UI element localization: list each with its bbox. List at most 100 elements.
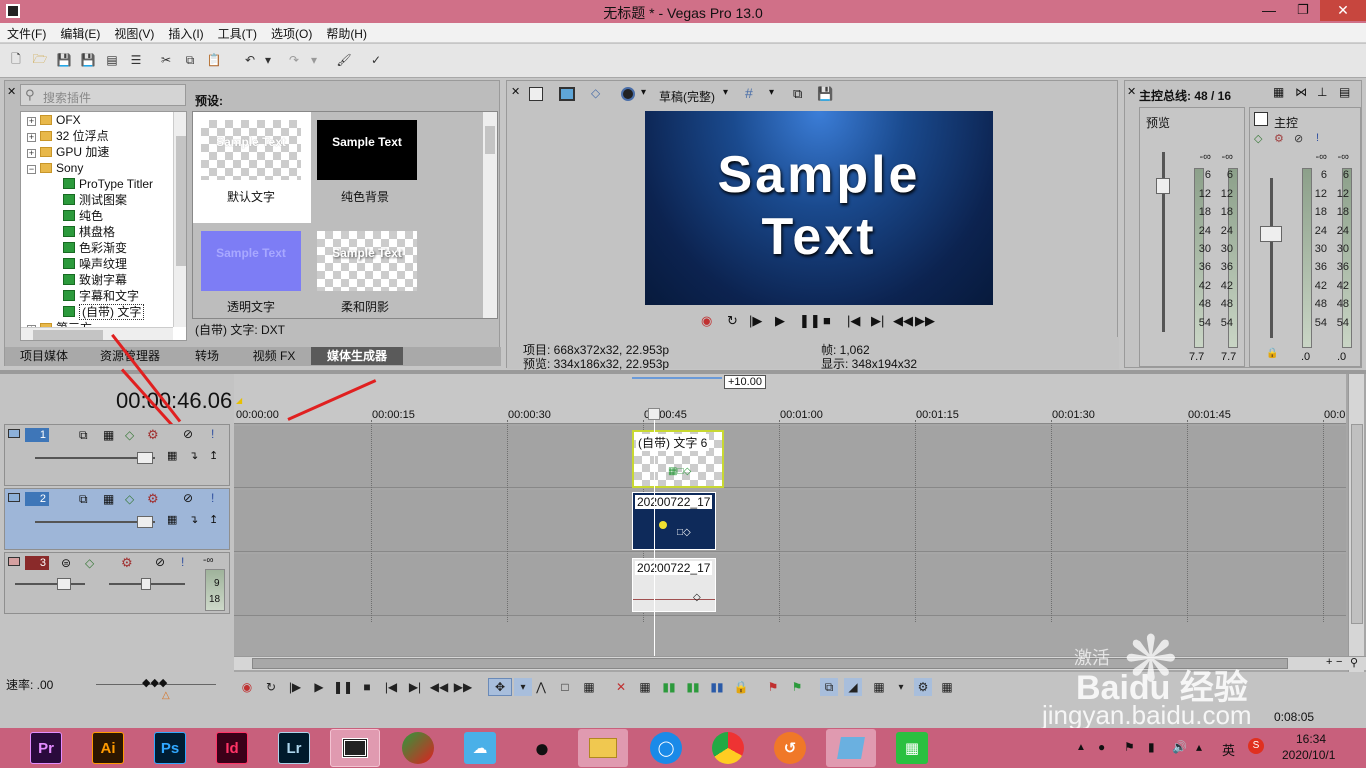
clock-date[interactable]: 2020/10/1 [1282,748,1335,762]
browser-blue-icon[interactable]: ◯ [650,732,682,764]
snapping-icon[interactable]: ⧉ [820,678,838,696]
meters-icon[interactable]: ▤ [1339,85,1350,99]
downmix-icon[interactable]: ⋈ [1295,85,1307,99]
track-lane-1[interactable] [234,426,1346,488]
open-icon[interactable]: 🗁 [30,51,50,69]
chrome-icon[interactable] [712,732,744,764]
preset-default-text[interactable]: Sample Text 默认文字 [193,112,311,223]
preset-transparent-text[interactable]: Sample Text 透明文字 [193,224,311,318]
lightroom-icon[interactable]: Lr [278,732,310,764]
tl-rewind-icon[interactable]: ◀◀ [430,678,448,696]
track-2-fx-icon[interactable]: ◇ [125,492,134,506]
track-2-motion-icon[interactable]: ⧉ [79,492,88,507]
track-2-solo-icon[interactable]: ! [211,491,214,505]
trim-start-icon[interactable]: ▮▮ [660,678,678,696]
go-end-icon[interactable]: ▶▶ [915,313,935,329]
vegas-taskbar-icon[interactable] [330,729,380,767]
tl-loop-icon[interactable]: ↻ [262,678,280,696]
track-2-up-icon[interactable]: ↥ [209,513,218,526]
normal-edit-tool-icon[interactable]: ✥ [488,678,512,696]
auto-crossfade-icon[interactable]: ◢ [844,678,862,696]
orange-app-icon[interactable]: ↺ [774,732,806,764]
close-button[interactable]: ✕ [1320,0,1366,21]
track-2-minimize-icon[interactable] [8,493,20,502]
playhead-handle[interactable] [648,408,660,420]
track-1-compositing-icon[interactable]: ▦ [103,428,114,442]
search-box[interactable]: ⚲ 搜索插件 [20,84,186,106]
quality-dropdown-icon[interactable]: ▾ [723,87,728,98]
panel-close-icon[interactable]: ✕ [7,85,16,98]
record-icon[interactable]: ◉ [701,313,712,329]
redo-icon[interactable]: ↷ [284,51,304,69]
audio-clip-fx-icon[interactable]: ◇ [693,592,701,603]
tray-qq-icon[interactable]: ● [1098,740,1105,754]
track-1-level-slider[interactable] [35,452,155,464]
cut-icon[interactable]: ✂ [156,51,176,69]
tl-prev-icon[interactable]: |◀ [382,678,400,696]
main-fx-icon[interactable]: ◇ [1254,132,1262,145]
next-frame-icon[interactable]: ▶| [871,313,884,329]
redo-dropdown-icon[interactable]: ▾ [308,51,320,69]
zoom-edit-tool-icon[interactable]: ▦ [580,678,598,696]
selection-tool-icon[interactable]: □ [556,678,574,696]
marker-icon[interactable]: ⚑ [764,678,782,696]
trim-icon[interactable]: ▦ [636,678,654,696]
menu-insert[interactable]: 插入(I) [161,23,210,42]
tab-media-generators[interactable]: 媒体生成器 [311,347,403,365]
preset-solid-bg[interactable]: Sample Text 纯色背景 [315,112,433,223]
photoshop-icon[interactable]: Ps [154,732,186,764]
save-as-icon[interactable]: 💾 [78,51,98,69]
track-2-compositing-icon[interactable]: ▦ [103,492,114,506]
indesign-icon[interactable]: Id [216,732,248,764]
cloud-app-icon[interactable]: ☁ [464,732,496,764]
tree-vscroll[interactable] [173,112,186,327]
tl-record-icon[interactable]: ◉ [238,678,256,696]
tree-item-ofx[interactable]: + OFX [21,112,186,128]
menu-help[interactable]: 帮助(H) [319,23,374,42]
track-1-solo-icon[interactable]: ! [211,427,214,441]
tab-transitions[interactable]: 转场 [177,347,237,365]
clock-time[interactable]: 16:34 [1296,732,1326,746]
loop-icon[interactable]: ↻ [727,313,738,329]
split-clip-icon[interactable]: ▮▮ [708,678,726,696]
tab-project-media[interactable]: 项目媒体 [5,347,83,365]
lock-icon[interactable]: 🔒 [1266,348,1278,359]
undo-icon[interactable]: ↶ [240,51,260,69]
tray-volume-icon[interactable]: 🔊 [1172,740,1187,754]
preset-soft-shadow[interactable]: Sample Text 柔和阴影 [315,224,433,318]
tree-item-test-pattern[interactable]: 测试图案 [21,192,186,208]
tl-play-start-icon[interactable]: |▶ [286,678,304,696]
minimize-icon[interactable]: — [1262,2,1276,18]
track-3-gear-icon[interactable]: ⚙ [121,555,133,571]
paste-icon[interactable]: 📋 [204,51,224,69]
menu-options[interactable]: 选项(O) [264,23,319,42]
rate-knob-icon[interactable]: ◆◆◆ [142,676,167,689]
track-3-volume-slider[interactable] [15,578,85,590]
preview-quality-select[interactable]: 草稿(完整) [659,88,715,105]
time-ruler[interactable]: 00:00:00 00:00:15 00:00:30 00:00:45 00:0… [234,404,1346,424]
track-2-gear-icon[interactable]: ⚙ [147,491,159,507]
edit-tool-dropdown-icon[interactable]: ▾ [514,678,532,696]
file-explorer-icon[interactable] [578,729,628,767]
tray-up-icon[interactable]: ▲ [1076,742,1086,753]
tree-item-protype[interactable]: ProType Titler [21,176,186,192]
premiere-icon[interactable]: Pr [30,732,62,764]
video-clip-fx-icon[interactable]: □◇ [677,527,691,538]
pause-icon[interactable]: ❚❚ [799,313,821,329]
track-3-solo-icon[interactable]: ! [181,555,184,569]
grid-dropdown-icon[interactable]: ▾ [769,87,774,98]
tab-video-fx[interactable]: 视频 FX [239,347,309,365]
ripple-icon[interactable]: ▦ [870,678,888,696]
stop-icon[interactable]: ■ [823,313,831,328]
tray-network-icon[interactable]: ▴ [1196,740,1202,754]
prev-frame-icon[interactable]: |◀ [847,313,860,329]
track-3-invert-icon[interactable]: ⊜ [61,556,71,570]
notes-app-icon[interactable] [826,729,876,767]
undo-dropdown-icon[interactable]: ▾ [262,51,274,69]
new-icon[interactable]: 🗋 [6,51,26,69]
main-solo-icon[interactable]: ! [1316,132,1319,144]
tree-item-credits[interactable]: 致谢字幕 [21,272,186,288]
menu-tools[interactable]: 工具(T) [211,23,264,42]
ignore-grouping-icon[interactable]: ▦ [938,678,956,696]
tree-item-noise[interactable]: 噪声纹理 [21,256,186,272]
